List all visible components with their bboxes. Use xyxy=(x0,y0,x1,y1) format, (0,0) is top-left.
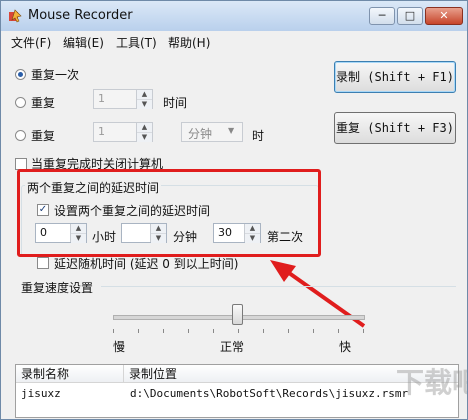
close-button[interactable]: ✕ xyxy=(425,7,463,25)
spin-down-icon[interactable]: ▼ xyxy=(137,132,152,142)
stepper-arrows: ▲ ▼ xyxy=(136,123,152,142)
repeat-duration-suffix: 时 xyxy=(252,129,265,143)
slider-tick xyxy=(313,329,314,333)
repeat-times-stepper[interactable]: 1 ▲ ▼ xyxy=(93,89,153,109)
menu-tools[interactable]: 工具(T) xyxy=(116,34,157,51)
repeat-times-value: 1 xyxy=(98,92,105,105)
slider-tick xyxy=(363,329,364,333)
chevron-down-icon: ▼ xyxy=(228,126,235,135)
slider-tick xyxy=(138,329,139,333)
menu-help[interactable]: 帮助(H) xyxy=(168,34,210,51)
recording-path: d:\Documents\RobotSoft\Records\jisuxz.rs… xyxy=(130,387,409,400)
slider-tick xyxy=(288,329,289,333)
repeat-times-radio[interactable] xyxy=(15,97,26,108)
repeat-once-radio[interactable] xyxy=(15,69,26,80)
repeat-times-unit: 时间 xyxy=(163,96,188,110)
repeat-button[interactable]: 重复 (Shift + F3) xyxy=(334,112,456,144)
speed-divider xyxy=(101,286,456,287)
spin-up-icon[interactable]: ▲ xyxy=(137,123,152,132)
title-bar: Mouse Recorder ─ □ ✕ xyxy=(1,1,467,31)
recordings-list[interactable]: 录制名称 录制位置 jisuxz d:\Documents\RobotSoft\… xyxy=(15,364,459,418)
repeat-duration-stepper[interactable]: 1 ▲ ▼ xyxy=(93,122,153,142)
repeat-duration-label: 重复 xyxy=(31,129,56,143)
slider-tick xyxy=(338,329,339,333)
duration-unit-value: 分钟 xyxy=(188,127,213,141)
slider-tick xyxy=(188,329,189,333)
highlight-box xyxy=(17,169,321,257)
duration-unit-select[interactable]: 分钟 ▼ xyxy=(181,122,243,142)
menu-edit[interactable]: 编辑(E) xyxy=(63,34,104,51)
repeat-once-label: 重复一次 xyxy=(31,68,80,82)
record-button[interactable]: 录制 (Shift + F1) xyxy=(334,61,456,93)
menu-file[interactable]: 文件(F) xyxy=(11,34,51,51)
repeat-duration-value: 1 xyxy=(98,125,105,138)
speed-title: 重复速度设置 xyxy=(21,281,94,295)
repeat-duration-radio[interactable] xyxy=(15,130,26,141)
spin-up-icon[interactable]: ▲ xyxy=(137,90,152,99)
repeat-times-label: 重复 xyxy=(31,96,56,110)
random-delay-checkbox[interactable] xyxy=(37,257,49,269)
random-delay-label: 延迟随机时间 (延迟 0 到以上时间) xyxy=(54,257,239,271)
slider-tick xyxy=(213,329,214,333)
spin-down-icon[interactable]: ▼ xyxy=(137,99,152,109)
speed-normal-label: 正常 xyxy=(220,340,245,354)
slider-tick xyxy=(113,329,114,333)
window-title: Mouse Recorder xyxy=(28,8,133,23)
maximize-button[interactable]: □ xyxy=(397,7,423,25)
speed-slow-label: 慢 xyxy=(113,340,126,354)
minimize-button[interactable]: ─ xyxy=(369,7,395,25)
speed-slider-thumb[interactable] xyxy=(232,304,243,325)
speed-fast-label: 快 xyxy=(339,340,352,354)
stepper-arrows: ▲ ▼ xyxy=(136,90,152,109)
app-mouse-icon xyxy=(9,9,22,23)
mouse-recorder-window: Mouse Recorder ─ □ ✕ 文件(F) 编辑(E) 工具(T) 帮… xyxy=(0,0,468,420)
watermark-logo: 下载吧 xyxy=(396,366,467,399)
slider-tick xyxy=(238,329,239,333)
slider-tick xyxy=(263,329,264,333)
column-header-name[interactable]: 录制名称 xyxy=(16,365,124,383)
annotation-arrow-icon xyxy=(270,260,366,328)
slider-tick xyxy=(163,329,164,333)
recording-name: jisuxz xyxy=(21,387,61,400)
menu-bar: 文件(F) 编辑(E) 工具(T) 帮助(H) xyxy=(1,31,467,51)
